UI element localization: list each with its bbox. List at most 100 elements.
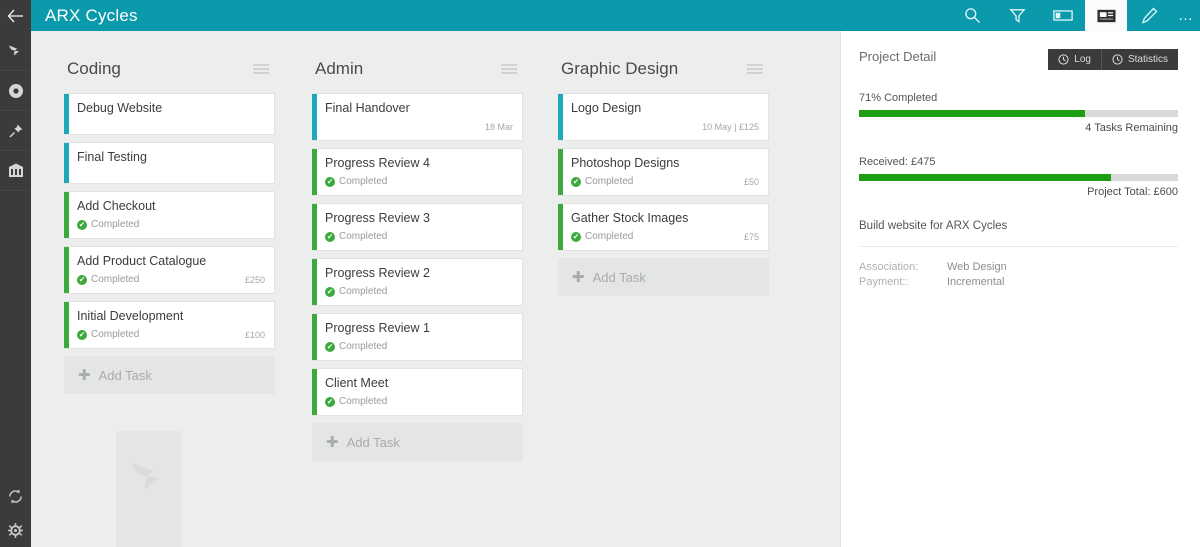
task-status-bar [64,192,69,238]
check-icon: ✔ [325,396,335,407]
add-task-label: Add Task [592,269,646,285]
check-icon: ✔ [325,231,335,242]
bird-logo-icon [8,45,19,56]
task-card[interactable]: Add Product Catalogue ✔ Completed £250 [64,246,275,294]
task-status-label: Completed [585,231,634,242]
task-meta-row: ✔ Completed [77,218,265,231]
search-button[interactable] [950,0,995,31]
task-title: Add Product Catalogue [77,254,207,268]
project-description: Build website for ARX Cycles [859,220,1008,232]
add-task-button[interactable]: ✚ Add Task [312,423,523,461]
task-card[interactable]: Final Handover 18 Mar [312,93,523,141]
task-meta-row: ✔ Completed [325,285,513,298]
association-value: Web Design [947,261,1007,273]
task-card[interactable]: Initial Development ✔ Completed £100 [64,301,275,349]
task-status-label: Completed [339,396,388,407]
task-card[interactable]: Add Checkout ✔ Completed [64,191,275,239]
check-icon: ✔ [571,176,581,187]
task-status-bar [558,94,563,140]
task-title: Client Meet [325,376,389,390]
field-values: Web Design Incremental [947,260,1007,290]
task-completed-badge: ✔ Completed [77,329,139,340]
sync-icon [9,488,22,504]
task-status-label: Completed [339,286,388,297]
field-keys: Association: Payment:: [859,260,947,290]
task-status-label: Completed [585,176,634,187]
task-card[interactable]: Debug Website [64,93,275,135]
task-status-bar [64,143,69,183]
task-status-bar [64,247,69,293]
add-task-button[interactable]: ✚ Add Task [558,258,769,296]
task-title: Gather Stock Images [571,211,689,225]
task-completed-badge: ✔ Completed [325,176,387,187]
task-title: Progress Review 1 [325,321,430,335]
board-column: Coding Debug Website Final Testing Add Chec… [64,55,275,394]
task-title: Final Handover [325,101,410,115]
check-icon: ✔ [325,286,335,297]
project-detail-panel: Project Detail Log Statistics 71% Comple… [840,31,1200,547]
add-task-label: Add Task [346,434,400,450]
page-title: ARX Cycles [45,5,138,25]
column-menu-icon[interactable] [253,64,269,74]
rail-item-projects[interactable] [0,71,31,111]
column-menu-icon[interactable] [747,64,763,74]
task-card[interactable]: Logo Design 10 May | £125 [558,93,769,141]
layout-button[interactable] [1040,0,1085,31]
task-meta: 10 May | £125 [702,121,759,132]
back-button[interactable] [0,0,31,31]
tab-log[interactable]: Log [1048,49,1101,70]
card-view-button[interactable] [1085,0,1127,31]
completion-track [859,110,1178,117]
edit-button[interactable] [1127,0,1172,31]
task-meta: £75 [743,231,759,242]
detail-title: Project Detail [859,49,937,64]
task-card[interactable]: Final Testing [64,142,275,184]
task-card[interactable]: Progress Review 3 ✔ Completed [312,203,523,251]
completion-fill [859,110,1086,117]
rail-item-reports[interactable] [0,151,31,191]
tab-statistics[interactable]: Statistics [1100,49,1178,70]
task-status-bar [312,259,317,305]
board-column: Graphic Design Logo Design 10 May | £125 Ph… [558,55,769,296]
task-status-label: Completed [339,176,388,187]
board-column: Admin Final Handover 18 Mar Progress Review… [312,55,523,461]
tab-log-label: Log [1074,54,1091,65]
task-card[interactable]: Client Meet ✔ Completed [312,368,523,416]
empty-column-placeholder[interactable] [116,431,181,547]
task-status-bar [312,369,317,415]
task-card[interactable]: Progress Review 2 ✔ Completed [312,258,523,306]
task-card[interactable]: Progress Review 1 ✔ Completed [312,313,523,361]
tasks-remaining-label: 4 Tasks Remaining [1085,122,1178,134]
rail-item-pinned[interactable] [0,111,31,151]
rail-item-home[interactable] [0,31,31,71]
task-status-bar [312,94,317,140]
payment-value: Incremental [947,276,1005,288]
filter-button[interactable] [995,0,1040,31]
task-title: Photoshop Designs [571,156,680,170]
task-title: Final Testing [77,150,147,164]
task-completed-badge: ✔ Completed [571,176,633,187]
add-task-button[interactable]: ✚ Add Task [64,356,275,394]
rail-item-settings[interactable] [0,513,31,547]
plus-icon: ✚ [326,433,339,451]
column-menu-icon[interactable] [501,64,517,74]
bird-logo-icon [130,462,158,490]
task-card[interactable]: Photoshop Designs ✔ Completed £50 [558,148,769,196]
column-header: Graphic Design [558,55,769,83]
rail-item-sync[interactable] [0,479,31,513]
task-card[interactable]: Gather Stock Images ✔ Completed £75 [558,203,769,251]
task-card[interactable]: Progress Review 4 ✔ Completed [312,148,523,196]
clock-icon [1112,54,1123,65]
task-status-label: Completed [339,341,388,352]
task-title: Progress Review 3 [325,211,430,225]
task-status-label: Completed [91,219,140,230]
check-icon: ✔ [77,274,87,285]
column-title: Coding [67,59,121,78]
filter-icon [1009,9,1026,23]
column-title: Graphic Design [561,59,679,78]
more-button[interactable]: … [1172,0,1200,31]
check-icon: ✔ [325,341,335,352]
task-meta-row: 10 May | £125 [571,120,759,133]
clock-icon [1058,54,1069,65]
left-rail [0,0,31,547]
